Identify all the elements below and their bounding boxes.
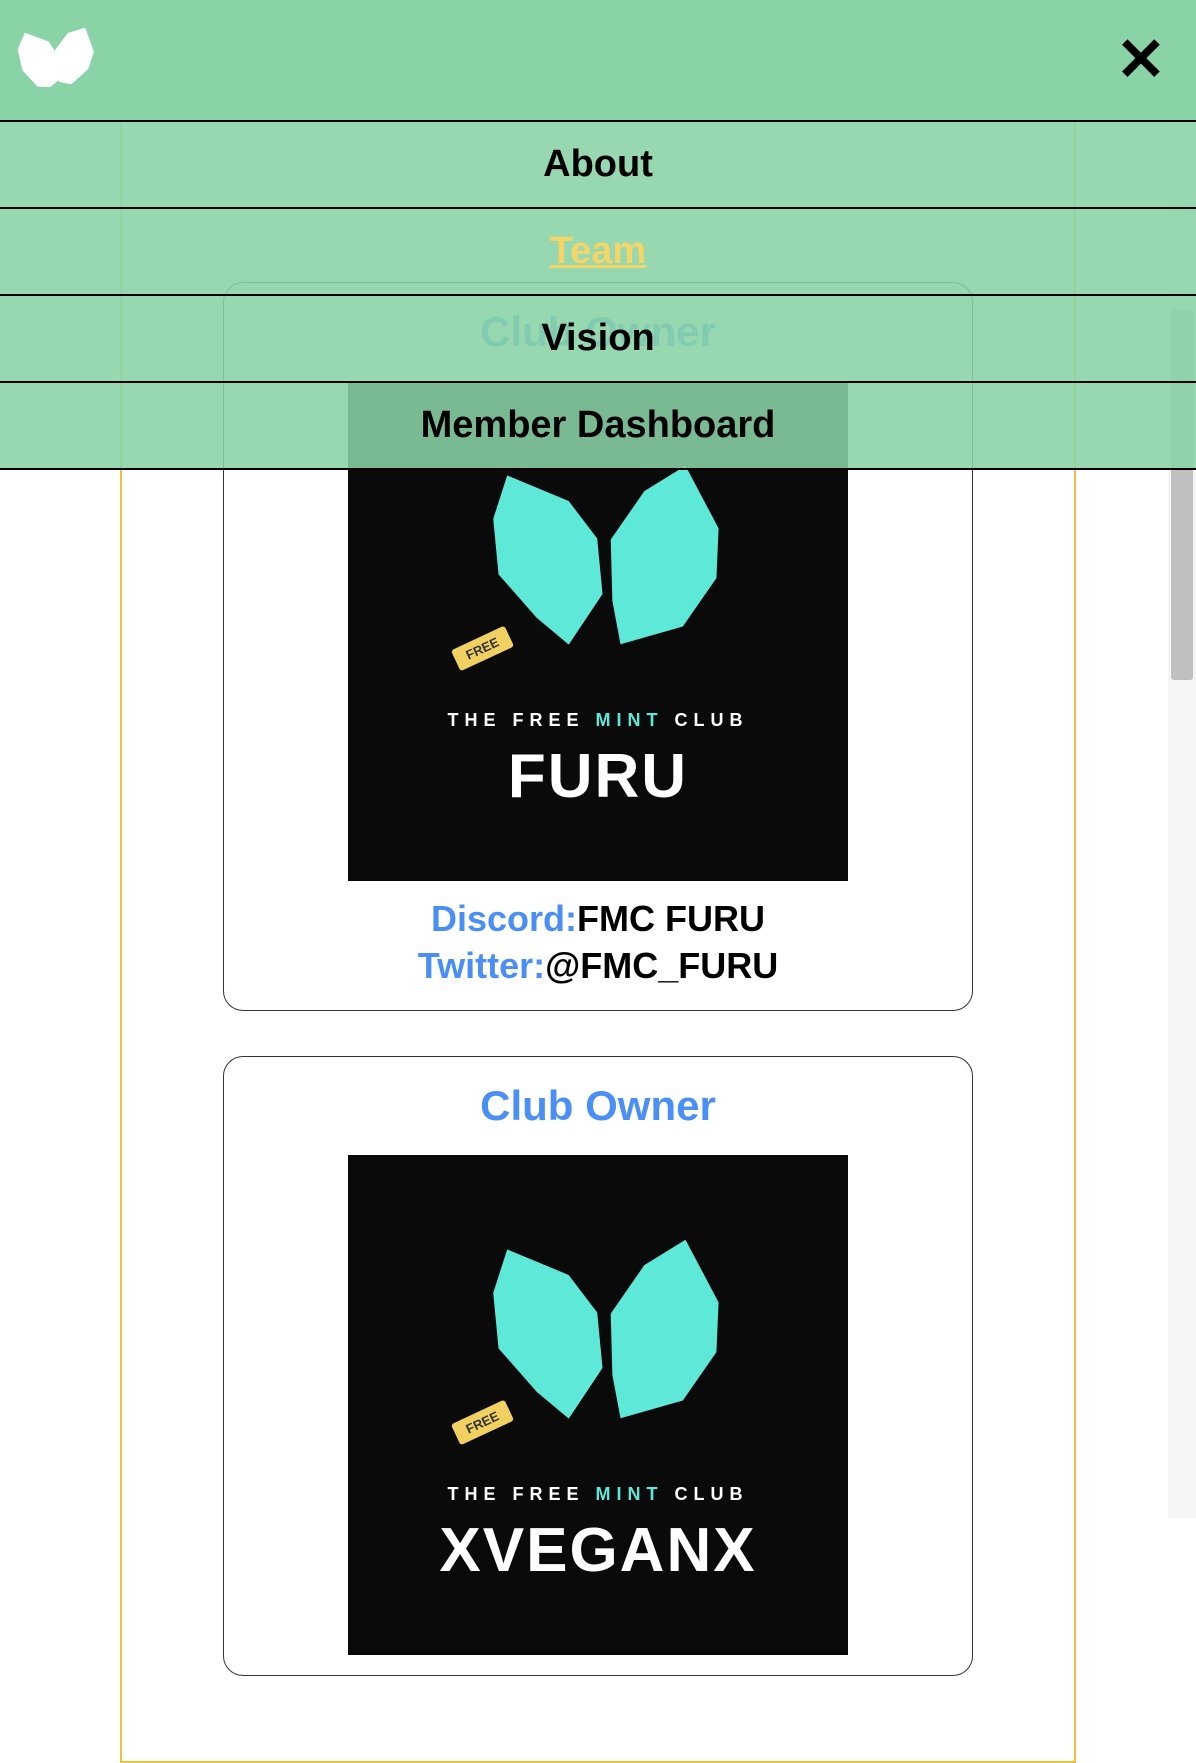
discord-label: Discord: [431, 898, 577, 939]
nav-item-about[interactable]: About [0, 122, 1196, 209]
nav-header: ✕ [0, 0, 1196, 122]
free-tag: FREE [451, 626, 514, 672]
mint-leaf-logo: FREE [448, 1224, 748, 1464]
logo-icon[interactable] [10, 20, 100, 100]
discord-info: Discord:FMC FURU [244, 896, 952, 943]
member-role: Club Owner [244, 1082, 952, 1130]
twitter-label: Twitter: [418, 945, 545, 986]
member-name: XVEGANX [439, 1515, 756, 1586]
club-text: THE FREE MINT CLUB [447, 1484, 748, 1505]
discord-value: FMC FURU [577, 898, 765, 939]
nav-item-team[interactable]: Team [0, 209, 1196, 296]
twitter-info: Twitter:@FMC_FURU [244, 943, 952, 990]
member-card-xveganx: Club Owner FREE THE FREE MINT CLUB XVEGA… [223, 1056, 973, 1676]
nav-overlay: ✕ About Team Vision Member Dashboard [0, 0, 1196, 470]
club-text: THE FREE MINT CLUB [447, 710, 748, 731]
twitter-value: @FMC_FURU [545, 945, 778, 986]
nav-item-member-dashboard[interactable]: Member Dashboard [0, 383, 1196, 470]
mint-leaf-logo: FREE [448, 450, 748, 690]
member-info: Discord:FMC FURU Twitter:@FMC_FURU [244, 896, 952, 990]
member-avatar-xveganx: FREE THE FREE MINT CLUB XVEGANX [348, 1155, 848, 1655]
free-tag: FREE [451, 1399, 514, 1445]
nav-item-vision[interactable]: Vision [0, 296, 1196, 383]
member-name: FURU [508, 741, 688, 812]
close-icon[interactable]: ✕ [1116, 30, 1166, 90]
